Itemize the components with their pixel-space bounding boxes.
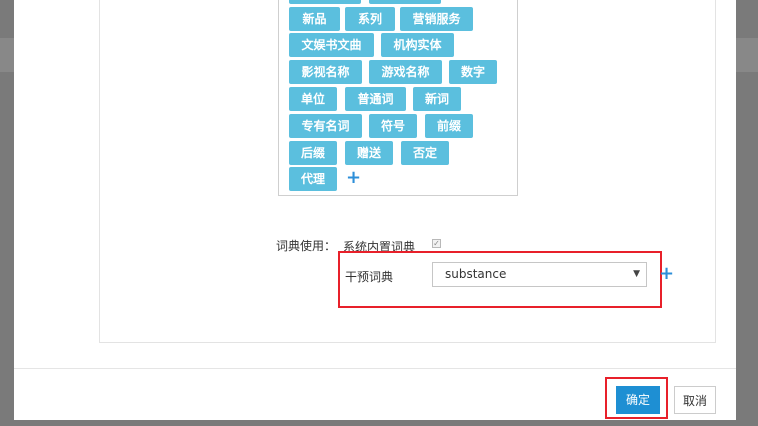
backdrop-right-strip (736, 38, 758, 72)
backdrop-bottom (0, 420, 758, 426)
dropdown-arrow-icon: ▼ (633, 269, 640, 279)
tag-item[interactable]: 赠送 (345, 141, 393, 165)
tag-item[interactable]: 数字 (449, 60, 497, 84)
intervention-dictionary-select[interactable]: substance ▼ (432, 262, 647, 287)
select-value: substance (445, 267, 507, 281)
intervention-dictionary-label: 干预词典 (345, 270, 394, 284)
tag-item[interactable]: 前缀 (425, 114, 473, 138)
tag-item[interactable]: 新词 (413, 87, 461, 111)
tag-item[interactable]: 否定 (401, 141, 449, 165)
tag-item[interactable]: 新品 (289, 7, 340, 31)
tag-item[interactable]: 影视名称 (289, 60, 362, 84)
tag-item[interactable]: 机构实体 (381, 33, 454, 57)
footer-divider (14, 368, 736, 369)
backdrop-left-strip (0, 38, 14, 72)
add-tag-plus-icon[interactable]: + (346, 169, 361, 187)
tag-list-box: 新品 系列 营销服务 文娱书文曲 机构实体 影视名称 游戏名称 数字 单位 普通… (278, 0, 518, 196)
tag-item[interactable]: 符号 (369, 114, 417, 138)
add-dictionary-plus-icon[interactable]: + (659, 265, 674, 283)
tag-item[interactable]: 代理 (289, 167, 337, 191)
tag-clipped[interactable] (369, 0, 441, 4)
tag-item[interactable]: 后缀 (289, 141, 337, 165)
cancel-button[interactable]: 取消 (674, 386, 716, 414)
confirm-button[interactable]: 确定 (616, 386, 660, 414)
builtin-dictionary-checkbox[interactable]: ✓ (432, 239, 441, 248)
tag-item[interactable]: 游戏名称 (369, 60, 442, 84)
dictionary-usage-label: 词典使用： (276, 239, 337, 253)
tag-item[interactable]: 营销服务 (400, 7, 473, 31)
tag-item[interactable]: 专有名词 (289, 114, 362, 138)
tag-clipped[interactable] (289, 0, 361, 4)
tag-item[interactable]: 文娱书文曲 (289, 33, 374, 57)
dialog: 新品 系列 营销服务 文娱书文曲 机构实体 影视名称 游戏名称 数字 单位 普通… (14, 0, 736, 420)
tag-item[interactable]: 系列 (345, 7, 395, 31)
tag-item[interactable]: 单位 (289, 87, 337, 111)
tag-item[interactable]: 普通词 (345, 87, 406, 111)
